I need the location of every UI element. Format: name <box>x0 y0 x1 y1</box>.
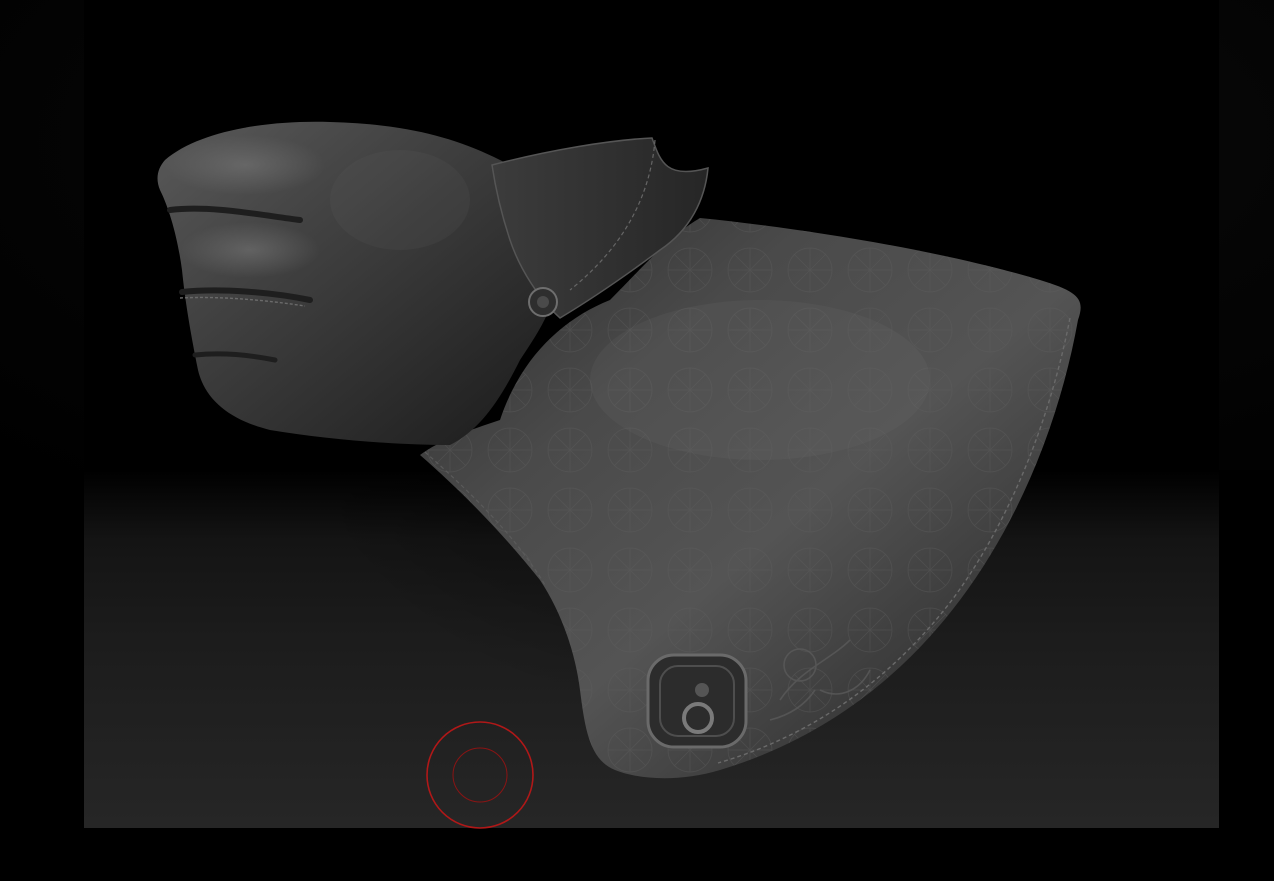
gauntlet-model[interactable] <box>0 0 1274 881</box>
rivet-icon <box>528 287 558 317</box>
sculpt-app <box>0 0 1274 881</box>
ring-medallion-icon <box>646 653 748 749</box>
brush-cursor-icon <box>426 721 534 829</box>
